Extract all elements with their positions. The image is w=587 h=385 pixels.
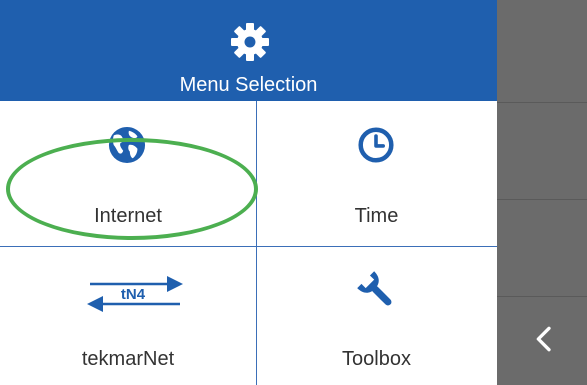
- header-bar: Menu Selection: [0, 0, 497, 101]
- menu-tile-label: tekmarNet: [81, 348, 175, 370]
- side-panel: [497, 0, 587, 385]
- menu-tile-label: Time: [354, 205, 399, 227]
- wrench-icon: [357, 271, 392, 306]
- menu-tile-toolbox[interactable]: Toolbox: [256, 246, 497, 385]
- menu-tile-tekmarnet[interactable]: tN4 tekmarNet: [0, 246, 256, 385]
- chevron-left-icon: [536, 326, 551, 352]
- menu-selection-screen: Menu Selection Internet Time tN4 tekmarN…: [0, 0, 587, 385]
- side-divider: [497, 199, 587, 200]
- menu-tile-internet[interactable]: Internet: [0, 101, 256, 246]
- globe-icon: [108, 126, 146, 164]
- menu-grid: Internet Time tN4 tekmarNet Toolbox: [0, 101, 497, 385]
- grid-divider-horizontal: [0, 246, 497, 247]
- menu-tile-time[interactable]: Time: [256, 101, 497, 246]
- back-button[interactable]: [497, 296, 587, 385]
- gear-icon: [231, 23, 269, 61]
- page-title: Menu Selection: [179, 74, 318, 96]
- clock-icon: [358, 127, 394, 163]
- tekmarnet-icon: tN4: [87, 276, 183, 312]
- grid-divider-vertical: [256, 101, 257, 385]
- tekmarnet-icon-text: tN4: [121, 286, 146, 303]
- side-divider: [497, 102, 587, 103]
- menu-tile-label: Internet: [94, 205, 162, 227]
- menu-tile-label: Toolbox: [342, 348, 411, 370]
